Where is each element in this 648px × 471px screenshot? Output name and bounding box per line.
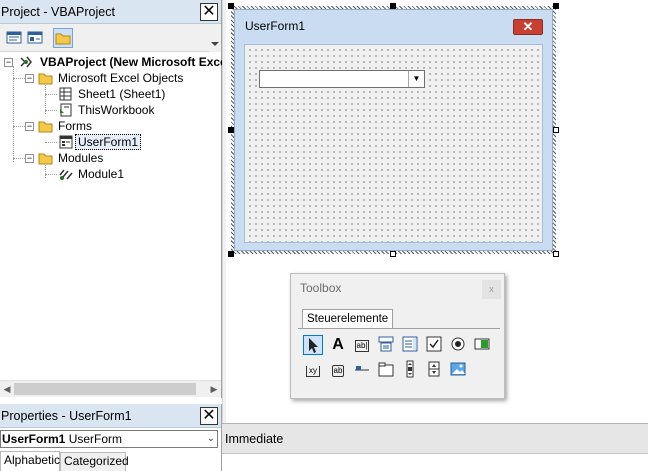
togglebutton-tool[interactable]	[472, 335, 492, 355]
root-collapse-toggle[interactable]: −	[4, 58, 13, 67]
project-toolbar	[0, 24, 221, 52]
multipage-tool[interactable]	[376, 360, 396, 380]
combobox-icon	[378, 336, 394, 352]
toggle-icon	[474, 338, 490, 350]
form-caption: UserForm1	[245, 19, 306, 33]
frame-icon: xy	[306, 366, 320, 377]
resize-handle[interactable]	[553, 251, 559, 257]
spinbutton-icon	[428, 361, 440, 377]
form-client-area[interactable]: ▼	[244, 44, 543, 243]
tab-steuerelemente[interactable]: Steuerelemente	[302, 309, 394, 329]
resize-handle[interactable]	[228, 251, 234, 257]
folder-open-icon	[38, 153, 53, 165]
checkbox-tool[interactable]	[424, 335, 444, 355]
resize-handle[interactable]	[553, 127, 559, 133]
commandbutton-tool[interactable]: ab	[328, 360, 348, 380]
scroll-thumb[interactable]	[14, 383, 196, 395]
scrollbar-tool[interactable]	[400, 360, 420, 380]
workbook-icon	[60, 103, 72, 117]
view-object-button[interactable]	[25, 28, 45, 48]
userform1-window[interactable]: UserForm1 ✕ ▼	[234, 9, 553, 251]
project-close-button[interactable]: ✕	[200, 3, 218, 21]
project-explorer: Project - VBAProject ✕ − VBAProject (New…	[0, 0, 222, 398]
tab-alphabetic[interactable]: Alphabetic	[0, 451, 60, 471]
commandbutton-icon: ab	[331, 365, 345, 377]
view-code-button[interactable]	[4, 28, 24, 48]
chevron-down-icon	[211, 42, 219, 46]
object-type: UserForm	[68, 432, 123, 446]
toolbox-window: Toolbox x Steuerelemente A ab| xy ab	[290, 273, 505, 399]
userform-icon	[59, 135, 73, 149]
listbox-icon	[402, 336, 418, 352]
modules-collapse-toggle[interactable]: −	[25, 154, 34, 163]
object-name: UserForm1	[2, 432, 66, 446]
chevron-down-icon[interactable]: ▼	[408, 71, 424, 87]
textbox-icon: ab|	[354, 340, 370, 352]
toggle-folders-button[interactable]	[53, 28, 73, 48]
spinbutton-tool[interactable]	[424, 360, 444, 380]
toolbox-close-button[interactable]: x	[482, 280, 501, 299]
tree-folder-modules[interactable]: Modules	[56, 150, 105, 166]
worksheet-icon	[59, 87, 72, 101]
folder-open-icon	[38, 73, 53, 85]
module-icon	[59, 169, 73, 180]
tree-folder-excel-objects[interactable]: Microsoft Excel Objects	[56, 70, 185, 86]
frame-tool[interactable]: xy	[303, 360, 323, 380]
radio-icon	[451, 337, 465, 351]
properties-title: Properties - UserForm1	[0, 404, 221, 428]
pointer-tool[interactable]	[303, 335, 323, 355]
resize-handle[interactable]	[390, 251, 396, 257]
view-code-icon	[6, 31, 22, 44]
properties-window: Properties - UserForm1 ✕ UserForm1 UserF…	[0, 404, 222, 471]
image-icon	[450, 362, 466, 376]
image-tool[interactable]	[448, 360, 468, 380]
vbaproject-icon	[20, 56, 32, 68]
project-toolbar-scroll[interactable]	[209, 24, 221, 52]
scrollbar-icon	[406, 360, 414, 378]
properties-close-button[interactable]: ✕	[200, 407, 218, 425]
forms-collapse-toggle[interactable]: −	[25, 122, 34, 131]
immediate-window[interactable]: Immediate	[222, 423, 648, 471]
tree-item-sheet1[interactable]: Sheet1 (Sheet1)	[76, 86, 167, 102]
tabstrip-tool[interactable]	[352, 360, 372, 380]
toolbox-title: Toolbox	[300, 281, 342, 295]
tabstrip-icon	[355, 366, 369, 371]
combobox-control[interactable]: ▼	[259, 70, 425, 88]
tree-folder-forms[interactable]: Forms	[56, 118, 94, 134]
immediate-title: Immediate	[222, 424, 648, 454]
textbox-tool[interactable]: ab|	[352, 335, 372, 355]
listbox-tool[interactable]	[400, 335, 420, 355]
multipage-icon	[378, 362, 394, 377]
scroll-left-icon[interactable]: ◀	[0, 381, 14, 398]
tree-item-module1[interactable]: Module1	[76, 166, 126, 182]
toolbox-controls: A ab| xy ab	[298, 328, 500, 384]
folder-icon	[55, 33, 71, 45]
resize-handle[interactable]	[553, 3, 559, 9]
scroll-right-icon[interactable]: ▶	[207, 381, 221, 398]
optionbutton-tool[interactable]	[448, 335, 468, 355]
view-object-icon	[27, 31, 43, 44]
object-selector[interactable]: UserForm1 UserForm ⌄	[0, 430, 218, 448]
project-explorer-title: Project - VBAProject	[0, 0, 221, 24]
tree-item-thisworkbook[interactable]: ThisWorkbook	[76, 102, 156, 118]
form-close-button[interactable]: ✕	[513, 19, 543, 35]
combobox-tool[interactable]	[376, 335, 396, 355]
checkbox-icon	[426, 336, 442, 352]
tab-categorized[interactable]: Categorized	[60, 452, 129, 471]
folder-open-icon	[38, 121, 53, 133]
chevron-down-icon: ⌄	[206, 433, 215, 444]
tree-root-vbaproject[interactable]: VBAProject (New Microsoft Excel	[38, 54, 222, 70]
project-horizontal-scrollbar[interactable]: ◀ ▶	[0, 380, 221, 397]
excel-objects-collapse-toggle[interactable]: −	[25, 74, 34, 83]
project-tree: − VBAProject (New Microsoft Excel − Micr…	[0, 54, 222, 380]
label-tool[interactable]: A	[328, 335, 348, 355]
tree-item-userform1[interactable]: UserForm1	[75, 134, 142, 150]
pointer-icon	[309, 338, 318, 353]
